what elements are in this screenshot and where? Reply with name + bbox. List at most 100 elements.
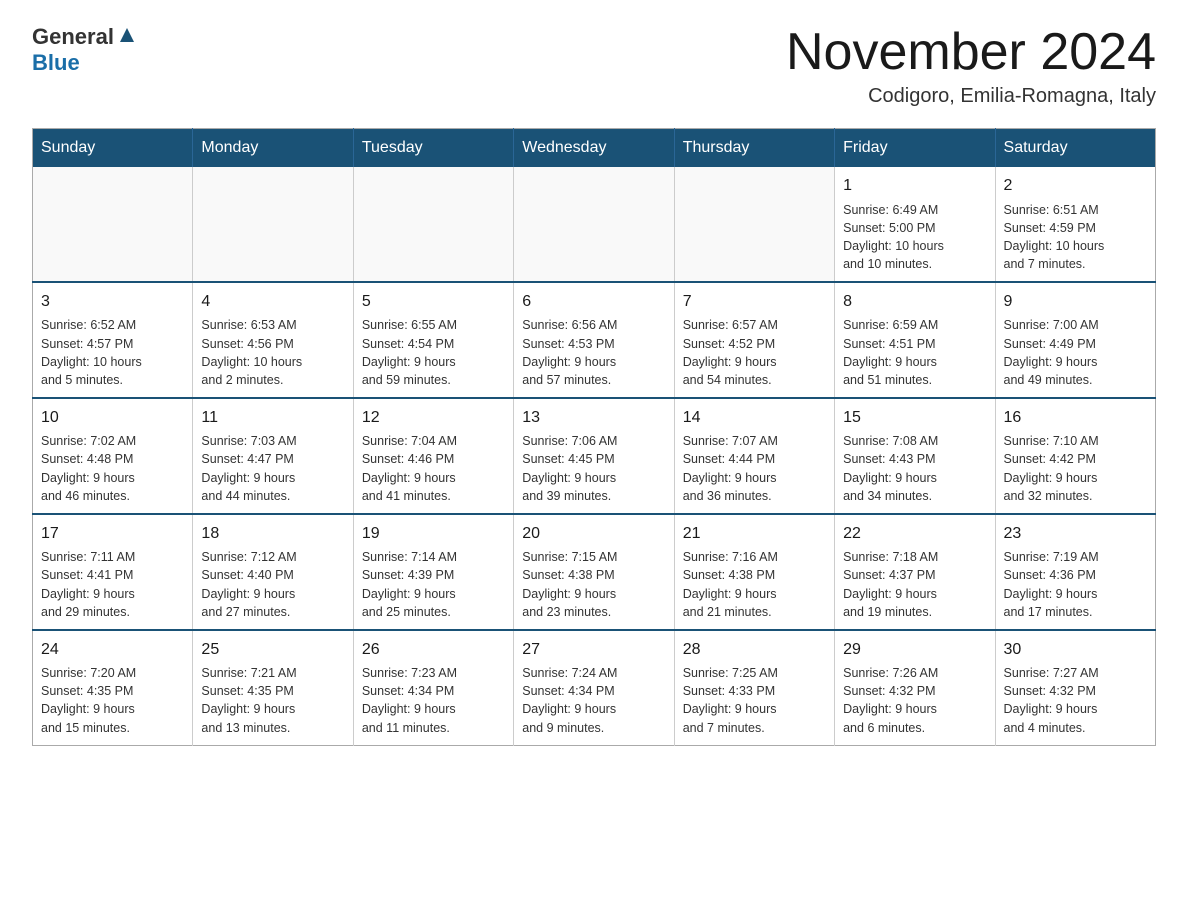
calendar-cell: 18Sunrise: 7:12 AM Sunset: 4:40 PM Dayli… — [193, 514, 353, 630]
day-number: 25 — [201, 639, 344, 661]
day-number: 24 — [41, 639, 184, 661]
logo-text-general: General — [32, 26, 114, 48]
day-number: 23 — [1004, 523, 1147, 545]
day-info: Sunrise: 6:59 AM Sunset: 4:51 PM Dayligh… — [843, 316, 986, 389]
calendar-cell: 21Sunrise: 7:16 AM Sunset: 4:38 PM Dayli… — [674, 514, 834, 630]
day-number: 14 — [683, 407, 826, 429]
day-number: 21 — [683, 523, 826, 545]
week-row-0: 1Sunrise: 6:49 AM Sunset: 5:00 PM Daylig… — [33, 167, 1156, 282]
calendar-cell: 27 Sunrise: 7:24 AM Sunset: 4:34 PM Dayli… — [514, 630, 674, 745]
header-wednesday: Wednesday — [514, 129, 674, 168]
day-number: 26 — [362, 639, 505, 661]
calendar-cell: 23 Sunrise: 7:19 AM Sunset: 4:36 PM Dayli… — [995, 514, 1155, 630]
logo-text-blue: Blue — [32, 52, 138, 74]
day-info: Sunrise: 7:26 AM Sunset: 4:32 PM Dayligh… — [843, 664, 986, 737]
day-number: 4 — [201, 291, 344, 313]
calendar-cell: 3 Sunrise: 6:52 AM Sunset: 4:57 PM Daylig… — [33, 282, 193, 398]
header-saturday: Saturday — [995, 129, 1155, 168]
logo-block: General Blue — [32, 24, 138, 74]
calendar-cell: 2 Sunrise: 6:51 AM Sunset: 4:59 PM Daylig… — [995, 167, 1155, 282]
calendar-cell: 12Sunrise: 7:04 AM Sunset: 4:46 PM Dayli… — [353, 398, 513, 514]
day-info: Sunrise: 6:53 AM Sunset: 4:56 PM Dayligh… — [201, 316, 344, 389]
day-number: 20 — [522, 523, 665, 545]
calendar-cell: 17Sunrise: 7:11 AM Sunset: 4:41 PM Dayli… — [33, 514, 193, 630]
day-number: 16 — [1004, 407, 1147, 429]
day-info: Sunrise: 6:55 AM Sunset: 4:54 PM Dayligh… — [362, 316, 505, 389]
calendar-cell: 29Sunrise: 7:26 AM Sunset: 4:32 PM Dayli… — [835, 630, 995, 745]
day-info: Sunrise: 7:23 AM Sunset: 4:34 PM Dayligh… — [362, 664, 505, 737]
calendar-cell: 5Sunrise: 6:55 AM Sunset: 4:54 PM Daylig… — [353, 282, 513, 398]
calendar-cell: 25Sunrise: 7:21 AM Sunset: 4:35 PM Dayli… — [193, 630, 353, 745]
day-info: Sunrise: 7:27 AM Sunset: 4:32 PM Dayligh… — [1004, 664, 1147, 737]
day-number: 19 — [362, 523, 505, 545]
calendar-cell: 7Sunrise: 6:57 AM Sunset: 4:52 PM Daylig… — [674, 282, 834, 398]
day-info: Sunrise: 7:03 AM Sunset: 4:47 PM Dayligh… — [201, 432, 344, 505]
calendar-cell: 16 Sunrise: 7:10 AM Sunset: 4:42 PM Dayli… — [995, 398, 1155, 514]
day-info: Sunrise: 7:14 AM Sunset: 4:39 PM Dayligh… — [362, 548, 505, 621]
calendar-cell: 13Sunrise: 7:06 AM Sunset: 4:45 PM Dayli… — [514, 398, 674, 514]
day-number: 6 — [522, 291, 665, 313]
day-info: Sunrise: 7:24 AM Sunset: 4:34 PM Dayligh… — [522, 664, 665, 737]
day-number: 7 — [683, 291, 826, 313]
calendar-cell: 26 Sunrise: 7:23 AM Sunset: 4:34 PM Dayli… — [353, 630, 513, 745]
day-info: Sunrise: 7:20 AM Sunset: 4:35 PM Dayligh… — [41, 664, 184, 737]
week-row-3: 17Sunrise: 7:11 AM Sunset: 4:41 PM Dayli… — [33, 514, 1156, 630]
weekday-header-row: SundayMondayTuesdayWednesdayThursdayFrid… — [33, 129, 1156, 168]
calendar-cell — [33, 167, 193, 282]
calendar-cell: 15 Sunrise: 7:08 AM Sunset: 4:43 PM Dayli… — [835, 398, 995, 514]
day-info: Sunrise: 6:56 AM Sunset: 4:53 PM Dayligh… — [522, 316, 665, 389]
day-number: 22 — [843, 523, 986, 545]
day-info: Sunrise: 7:19 AM Sunset: 4:36 PM Dayligh… — [1004, 548, 1147, 621]
calendar-cell: 24 Sunrise: 7:20 AM Sunset: 4:35 PM Dayli… — [33, 630, 193, 745]
calendar-cell: 30 Sunrise: 7:27 AM Sunset: 4:32 PM Dayli… — [995, 630, 1155, 745]
header-friday: Friday — [835, 129, 995, 168]
day-info: Sunrise: 7:08 AM Sunset: 4:43 PM Dayligh… — [843, 432, 986, 505]
week-row-1: 3 Sunrise: 6:52 AM Sunset: 4:57 PM Daylig… — [33, 282, 1156, 398]
calendar-cell: 20 Sunrise: 7:15 AM Sunset: 4:38 PM Dayli… — [514, 514, 674, 630]
header-tuesday: Tuesday — [353, 129, 513, 168]
calendar-cell — [353, 167, 513, 282]
day-number: 28 — [683, 639, 826, 661]
day-number: 12 — [362, 407, 505, 429]
day-number: 2 — [1004, 175, 1147, 197]
logo-triangle-icon — [116, 24, 138, 46]
header-monday: Monday — [193, 129, 353, 168]
header: General Blue November 2024 Codigoro, Emi… — [32, 24, 1156, 108]
day-number: 3 — [41, 291, 184, 313]
calendar-cell: 8 Sunrise: 6:59 AM Sunset: 4:51 PM Daylig… — [835, 282, 995, 398]
calendar-table: SundayMondayTuesdayWednesdayThursdayFrid… — [32, 128, 1156, 745]
day-number: 8 — [843, 291, 986, 313]
calendar-cell: 22 Sunrise: 7:18 AM Sunset: 4:37 PM Dayli… — [835, 514, 995, 630]
day-info: Sunrise: 7:11 AM Sunset: 4:41 PM Dayligh… — [41, 548, 184, 621]
day-info: Sunrise: 7:15 AM Sunset: 4:38 PM Dayligh… — [522, 548, 665, 621]
calendar-cell: 1Sunrise: 6:49 AM Sunset: 5:00 PM Daylig… — [835, 167, 995, 282]
day-info: Sunrise: 6:52 AM Sunset: 4:57 PM Dayligh… — [41, 316, 184, 389]
day-number: 27 — [522, 639, 665, 661]
day-info: Sunrise: 7:00 AM Sunset: 4:49 PM Dayligh… — [1004, 316, 1147, 389]
day-number: 11 — [201, 407, 344, 429]
subtitle: Codigoro, Emilia-Romagna, Italy — [786, 85, 1156, 108]
day-info: Sunrise: 7:02 AM Sunset: 4:48 PM Dayligh… — [41, 432, 184, 505]
day-info: Sunrise: 7:10 AM Sunset: 4:42 PM Dayligh… — [1004, 432, 1147, 505]
day-info: Sunrise: 6:49 AM Sunset: 5:00 PM Dayligh… — [843, 201, 986, 274]
day-info: Sunrise: 7:12 AM Sunset: 4:40 PM Dayligh… — [201, 548, 344, 621]
day-number: 15 — [843, 407, 986, 429]
calendar-cell — [514, 167, 674, 282]
calendar-cell: 28Sunrise: 7:25 AM Sunset: 4:33 PM Dayli… — [674, 630, 834, 745]
header-thursday: Thursday — [674, 129, 834, 168]
day-info: Sunrise: 7:18 AM Sunset: 4:37 PM Dayligh… — [843, 548, 986, 621]
calendar-cell: 6 Sunrise: 6:56 AM Sunset: 4:53 PM Daylig… — [514, 282, 674, 398]
calendar-cell: 4 Sunrise: 6:53 AM Sunset: 4:56 PM Daylig… — [193, 282, 353, 398]
calendar-cell: 11 Sunrise: 7:03 AM Sunset: 4:47 PM Dayli… — [193, 398, 353, 514]
calendar-cell — [674, 167, 834, 282]
week-row-4: 24 Sunrise: 7:20 AM Sunset: 4:35 PM Dayli… — [33, 630, 1156, 745]
day-number: 10 — [41, 407, 184, 429]
logo: General Blue — [32, 24, 138, 74]
day-number: 30 — [1004, 639, 1147, 661]
week-row-2: 10 Sunrise: 7:02 AM Sunset: 4:48 PM Dayli… — [33, 398, 1156, 514]
calendar-cell: 19 Sunrise: 7:14 AM Sunset: 4:39 PM Dayli… — [353, 514, 513, 630]
calendar-cell — [193, 167, 353, 282]
calendar-cell: 9Sunrise: 7:00 AM Sunset: 4:49 PM Daylig… — [995, 282, 1155, 398]
day-info: Sunrise: 7:07 AM Sunset: 4:44 PM Dayligh… — [683, 432, 826, 505]
day-info: Sunrise: 6:51 AM Sunset: 4:59 PM Dayligh… — [1004, 201, 1147, 274]
